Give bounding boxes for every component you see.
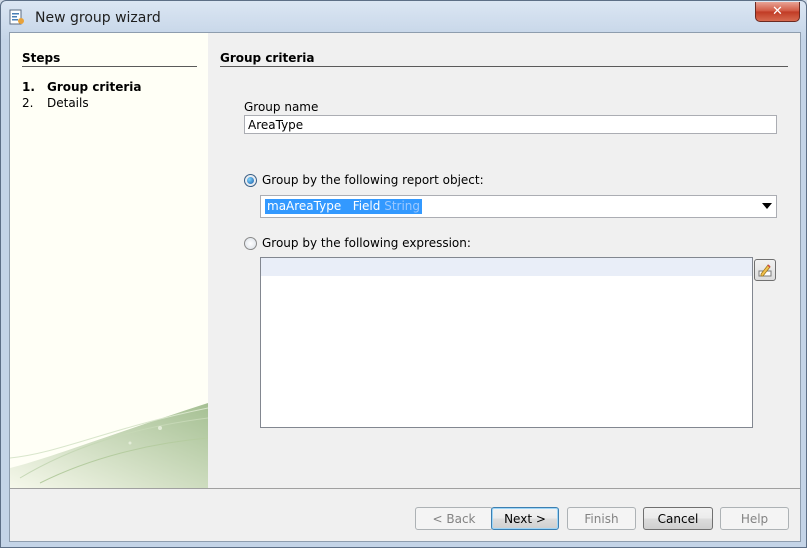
wizard-body: Steps 1. Group criteria 2. Details Group…: [9, 32, 801, 542]
content-panel: Group criteria Group name AreaType Group…: [208, 33, 800, 488]
selected-report-object: maAreaType Field String: [265, 199, 423, 214]
report-object-name: maAreaType: [267, 199, 342, 213]
page-title: Group criteria: [220, 51, 315, 65]
title-bar[interactable]: New group wizard ✕: [1, 1, 806, 33]
radio-selected-dot: [247, 176, 254, 184]
wizard-window: New group wizard ✕ Steps 1. Group criter…: [0, 0, 807, 548]
step-group-criteria: 1. Group criteria: [22, 80, 141, 94]
finish-button[interactable]: Finish: [567, 507, 636, 530]
decorative-swirl-graphic: [10, 403, 208, 488]
step-label: Details: [47, 96, 89, 110]
steps-panel: Steps 1. Group criteria 2. Details: [10, 33, 208, 488]
report-object-kind: Field: [352, 199, 381, 213]
title-divider: [220, 66, 788, 67]
expression-current-line: [261, 258, 752, 276]
next-button[interactable]: Next >: [491, 507, 559, 530]
expression-radio[interactable]: [244, 236, 257, 250]
report-object-option-label: Group by the following report object:: [262, 173, 484, 187]
group-name-input[interactable]: AreaType: [244, 115, 777, 134]
help-button[interactable]: Help: [720, 507, 789, 530]
close-button[interactable]: ✕: [755, 2, 800, 22]
expression-option[interactable]: Group by the following expression:: [244, 236, 471, 250]
group-name-label: Group name: [244, 100, 319, 114]
step-number: 1.: [22, 80, 35, 94]
expression-option-label: Group by the following expression:: [262, 236, 471, 250]
back-button[interactable]: < Back: [415, 507, 493, 530]
close-icon: ✕: [772, 4, 783, 19]
window-title: New group wizard: [35, 10, 161, 26]
report-object-combobox[interactable]: maAreaType Field String: [260, 195, 777, 218]
step-details: 2. Details: [22, 96, 89, 110]
step-label: Group criteria: [47, 80, 142, 94]
app-icon: [9, 9, 24, 25]
report-object-type: String: [384, 199, 421, 213]
pencil-icon: [758, 264, 772, 277]
report-object-option[interactable]: Group by the following report object:: [244, 173, 484, 187]
footer-divider: [10, 488, 800, 489]
dropdown-arrow-icon[interactable]: [762, 203, 772, 209]
steps-divider: [22, 66, 197, 67]
expression-editor[interactable]: [260, 257, 753, 428]
edit-expression-button[interactable]: [754, 259, 776, 281]
step-number: 2.: [22, 96, 34, 110]
steps-heading: Steps: [22, 51, 61, 65]
report-object-radio[interactable]: [244, 173, 257, 187]
cancel-button[interactable]: Cancel: [643, 507, 713, 530]
